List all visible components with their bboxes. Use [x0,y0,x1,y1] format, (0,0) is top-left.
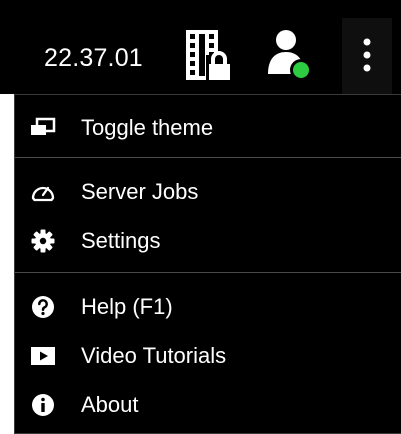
menu-divider [15,157,401,158]
film-lock-button[interactable] [181,24,237,86]
gauge-icon [29,178,57,206]
menu-item-server-jobs[interactable]: Server Jobs [15,168,401,216]
menu-divider [15,272,401,273]
info-icon [29,391,57,419]
menu-item-toggle-theme[interactable]: Toggle theme [15,104,401,152]
top-bar: 22.37.01 [0,0,401,94]
film-lock-icon [186,30,233,82]
version-label: 22.37.01 [44,44,143,72]
user-status-button[interactable] [262,24,320,86]
menu-item-video-tutorials[interactable]: Video Tutorials [15,332,401,380]
more-vertical-icon [363,38,371,72]
video-play-icon [29,342,57,370]
menu-item-label: Settings [81,228,161,253]
menu-item-label: Help (F1) [81,294,173,319]
menu-item-label: Video Tutorials [81,343,227,368]
more-dropdown-menu: Toggle theme Server Jobs Settings Help (… [14,94,401,434]
online-status-dot [293,62,309,78]
menu-item-label: Server Jobs [81,179,199,204]
gear-icon [29,227,57,255]
toggle-theme-icon [29,114,57,142]
menu-item-settings[interactable]: Settings [15,217,401,265]
menu-item-help[interactable]: Help (F1) [15,283,401,331]
user-online-icon [268,30,312,81]
help-icon [29,293,57,321]
more-menu-button[interactable] [342,18,392,94]
menu-item-label: About [81,392,139,417]
menu-item-label: Toggle theme [81,115,214,140]
menu-item-about[interactable]: About [15,381,401,429]
